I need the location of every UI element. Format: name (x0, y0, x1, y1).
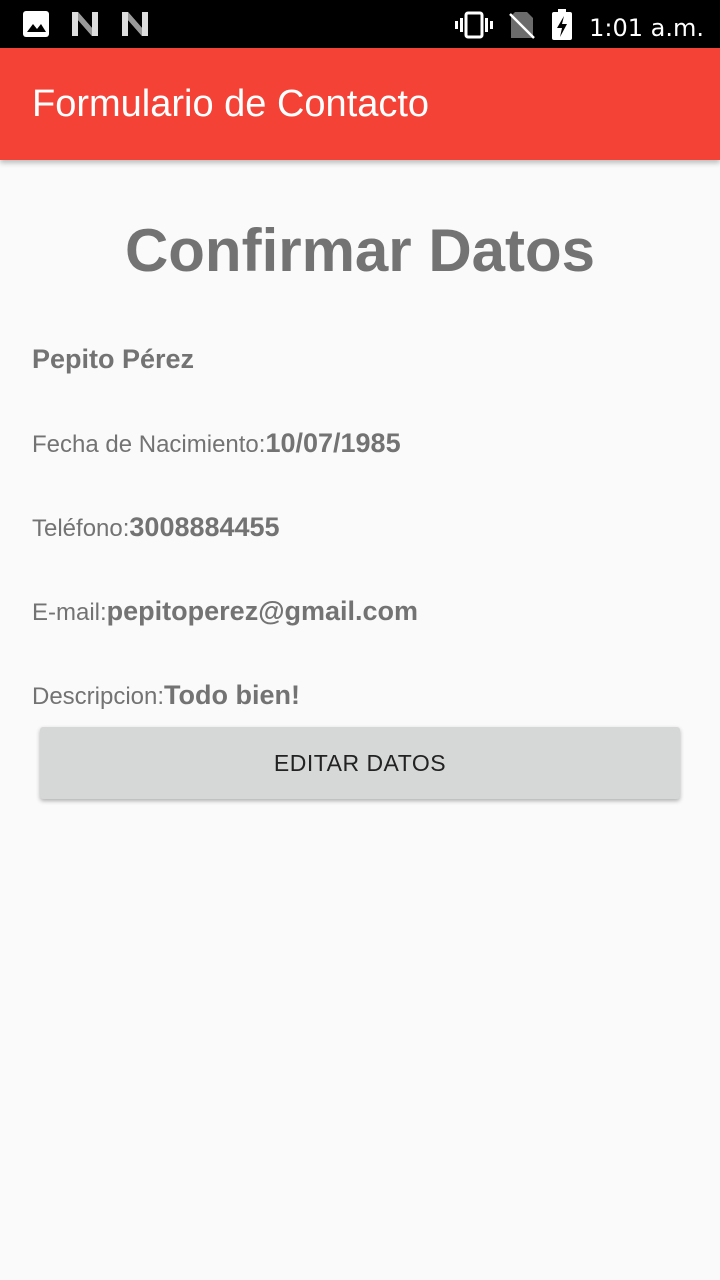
battery-charging-icon (551, 9, 573, 46)
birth-date-row: Fecha de Nacimiento:10/07/1985 (32, 428, 401, 459)
birth-date-label: Fecha de Nacimiento: (32, 431, 266, 458)
edit-data-button[interactable]: EDITAR DATOS (40, 727, 680, 799)
email-value: pepitoperez@gmail.com (106, 596, 419, 626)
description-row: Descripcion:Todo bien! (32, 680, 300, 711)
phone-value: 3008884455 (129, 512, 280, 542)
birth-date-value: 10/07/1985 (265, 428, 401, 458)
app-title: Formulario de Contacto (32, 83, 430, 125)
image-icon (22, 10, 50, 43)
contact-name: Pepito Pérez (32, 344, 195, 374)
email-label: E-mail: (32, 599, 107, 626)
no-sim-icon (509, 10, 536, 45)
n-notification-icon (70, 10, 100, 43)
phone-row: Teléfono:3008884455 (32, 512, 280, 543)
status-time: 1:01 a.m. (589, 13, 704, 42)
n-notification-icon (120, 10, 150, 43)
page-title: Confirmar Datos (124, 217, 596, 284)
phone-label: Teléfono: (32, 515, 130, 542)
vibrate-icon (455, 11, 494, 44)
status-bar: 1:01 a.m. (0, 0, 720, 48)
description-label: Descripcion: (32, 683, 165, 710)
description-value: Todo bien! (164, 680, 301, 710)
email-row: E-mail:pepitoperez@gmail.com (32, 596, 418, 627)
app-bar: Formulario de Contacto (0, 48, 720, 160)
